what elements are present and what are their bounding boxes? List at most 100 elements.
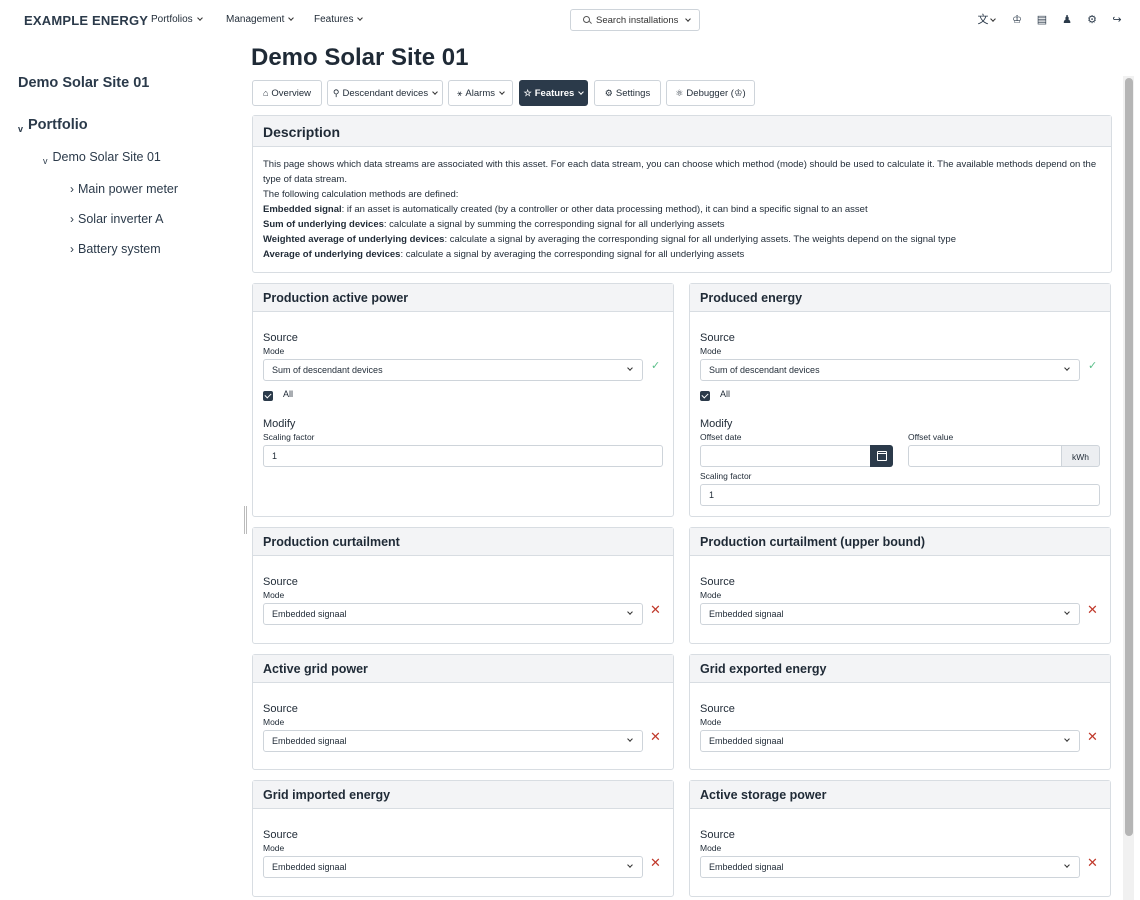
- remove-icon[interactable]: ✕: [1087, 856, 1098, 869]
- logout-icon[interactable]: ↪: [1110, 13, 1124, 27]
- menu-management[interactable]: Management: [226, 14, 295, 25]
- feature-title: Produced energy: [690, 284, 1110, 312]
- tree-node-label: Solar inverter A: [78, 212, 164, 226]
- remove-icon[interactable]: ✕: [650, 730, 661, 743]
- chevron-down-icon: [627, 609, 633, 615]
- menu-portfolios[interactable]: Portfolios: [151, 14, 203, 25]
- feature-title: Production curtailment: [253, 528, 673, 556]
- all-checkbox[interactable]: [263, 391, 273, 401]
- description-heading: Description: [253, 116, 1111, 147]
- tab-descendant-devices[interactable]: ⚲ Descendant devices: [327, 80, 443, 106]
- tree-node-solar-inverter-a[interactable]: › Solar inverter A: [70, 212, 163, 226]
- source-label: Source: [263, 576, 298, 588]
- tree-node-label: Main power meter: [78, 182, 179, 196]
- tab-alarms[interactable]: ⚹ Alarms: [448, 80, 513, 106]
- chevron-down-icon: [627, 862, 633, 868]
- mode-select[interactable]: Embedded signaal: [263, 730, 643, 752]
- check-icon: ✓: [1088, 360, 1098, 372]
- chevron-down-icon: [499, 89, 505, 95]
- mode-select[interactable]: Sum of descendant devices: [263, 359, 643, 381]
- tree-node-main-power-meter[interactable]: › Main power meter: [70, 182, 178, 196]
- tab-settings[interactable]: ⚙ Settings: [594, 80, 661, 106]
- chevron-down-icon: [432, 89, 438, 95]
- tab-features[interactable]: ☆ Features: [519, 80, 588, 106]
- feature-card-production-curtailment-upper: Production curtailment (upper bound) Sou…: [689, 527, 1111, 644]
- method-weighted-average: Weighted average of underlying devices: …: [263, 234, 956, 245]
- unit-addon: kWh: [1061, 445, 1100, 467]
- chevron-down-icon: [1064, 862, 1070, 868]
- mode-select-value: Embedded signaal: [272, 736, 347, 746]
- chevron-right-icon: ›: [70, 212, 74, 226]
- feature-card-grid-exported-energy: Grid exported energy Source Mode Embedde…: [689, 654, 1111, 770]
- home-icon: ⌂: [262, 88, 269, 98]
- mode-select-value: Embedded signaal: [272, 609, 347, 619]
- tree-node-label: Demo Solar Site 01: [52, 150, 161, 164]
- mode-select[interactable]: Embedded signaal: [700, 856, 1080, 878]
- description-methods-intro: The following calculation methods are de…: [263, 189, 459, 200]
- chevron-down-icon: [627, 365, 633, 371]
- translate-icon[interactable]: 文: [975, 13, 997, 27]
- search-icon: [583, 16, 590, 23]
- tab-label: Descendant devices: [342, 88, 429, 99]
- remove-icon[interactable]: ✕: [650, 856, 661, 869]
- mode-select[interactable]: Sum of descendant devices: [700, 359, 1080, 381]
- chevron-down-icon: [627, 736, 633, 742]
- book-icon[interactable]: ▤: [1035, 13, 1049, 27]
- all-checkbox[interactable]: [700, 391, 710, 401]
- gear-icon[interactable]: ⚙: [1085, 13, 1099, 27]
- feature-title: Active storage power: [690, 781, 1110, 809]
- tree-node-portfolio[interactable]: v Portfolio: [18, 117, 88, 134]
- description-body: This page shows which data streams are a…: [253, 147, 1111, 262]
- menu-label: Management: [226, 14, 285, 25]
- calendar-icon[interactable]: [870, 445, 893, 467]
- feature-card-grid-imported-energy: Grid imported energy Source Mode Embedde…: [252, 780, 674, 897]
- source-label: Source: [700, 829, 735, 841]
- gear-icon: ⚙: [604, 88, 613, 98]
- top-navbar: EXAMPLE ENERGY Portfolios Management Fea…: [0, 0, 1140, 40]
- source-label: Source: [263, 703, 298, 715]
- scaling-factor-input[interactable]: 1: [263, 445, 663, 467]
- menu-label: Features: [314, 14, 354, 25]
- mode-label: Mode: [700, 717, 722, 727]
- tree-node-battery-system[interactable]: › Battery system: [70, 242, 161, 256]
- feature-title: Grid imported energy: [253, 781, 673, 809]
- tab-debugger[interactable]: ⚛ Debugger (♔): [666, 80, 755, 106]
- mode-select[interactable]: Embedded signaal: [700, 603, 1080, 625]
- remove-icon[interactable]: ✕: [1087, 730, 1098, 743]
- mode-select[interactable]: Embedded signaal: [263, 856, 643, 878]
- mode-select[interactable]: Embedded signaal: [700, 730, 1080, 752]
- search-installations-dropdown[interactable]: Search installations: [570, 9, 700, 31]
- chevron-right-icon: ›: [70, 242, 74, 256]
- scaling-factor-input[interactable]: 1: [700, 484, 1100, 506]
- mode-select-value: Embedded signaal: [709, 736, 784, 746]
- tree-node-site[interactable]: v Demo Solar Site 01: [43, 150, 161, 166]
- tree-node-label: Battery system: [78, 242, 161, 256]
- crown-icon[interactable]: ♔: [1010, 13, 1024, 27]
- sidebar-title: Demo Solar Site 01: [18, 75, 150, 91]
- menu-features[interactable]: Features: [314, 14, 364, 25]
- description-card: Description This page shows which data s…: [252, 115, 1112, 273]
- scrollbar-thumb[interactable]: [1125, 78, 1133, 836]
- search-icon: ⚲: [332, 88, 340, 98]
- tab-overview[interactable]: ⌂ Overview: [252, 80, 322, 106]
- star-icon: ☆: [523, 88, 532, 98]
- sidebar-resize-handle[interactable]: [244, 506, 247, 534]
- mode-select[interactable]: Embedded signaal: [263, 603, 643, 625]
- feature-card-active-storage-power: Active storage power Source Mode Embedde…: [689, 780, 1111, 897]
- tab-label: Features: [534, 88, 575, 99]
- sidebar: Demo Solar Site 01 v Portfolio v Demo Sola…: [0, 40, 240, 900]
- source-label: Source: [700, 703, 735, 715]
- mode-label: Mode: [700, 590, 722, 600]
- offset-date-input[interactable]: [700, 445, 871, 467]
- feature-card-production-curtailment: Production curtailment Source Mode Embed…: [252, 527, 674, 644]
- chevron-down-icon: [1064, 609, 1070, 615]
- offset-value-input[interactable]: [908, 445, 1062, 467]
- source-label: Source: [700, 576, 735, 588]
- remove-icon[interactable]: ✕: [1087, 603, 1098, 616]
- user-icon[interactable]: ♟: [1060, 13, 1074, 27]
- bug-icon: ⚛: [675, 88, 684, 98]
- remove-icon[interactable]: ✕: [650, 603, 661, 616]
- feature-title: Grid exported energy: [690, 655, 1110, 683]
- brand-logo[interactable]: EXAMPLE ENERGY: [24, 13, 148, 28]
- chevron-right-icon: ›: [70, 182, 74, 196]
